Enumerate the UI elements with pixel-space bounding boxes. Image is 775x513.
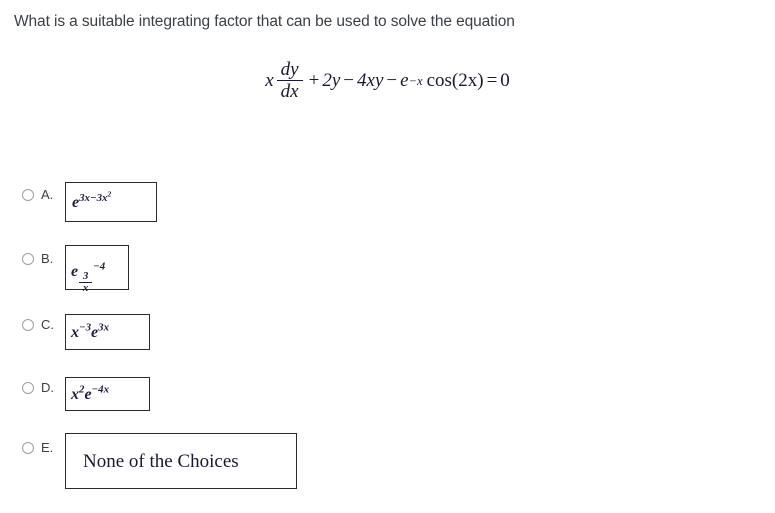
- equation-display: x dy dx + 2y − 4xy − e −x cos(2x) = 0: [0, 60, 775, 102]
- answer-option-d-control[interactable]: D.: [22, 381, 54, 394]
- option-b-frac-numerator: 3: [82, 270, 89, 283]
- radio-button-b[interactable]: [22, 252, 34, 265]
- term-4xy: 4xy: [357, 69, 384, 91]
- answer-option-d-letter: D.: [41, 380, 54, 395]
- term-2y: 2y: [322, 69, 341, 91]
- answer-option-c-box[interactable]: x−3e3x: [65, 314, 150, 350]
- operator-minus-2: −: [386, 69, 398, 91]
- radio-button-c[interactable]: [22, 318, 34, 331]
- option-a-exponent-sup: 2: [107, 189, 112, 199]
- answer-option-c-value: x−3e3x: [71, 321, 110, 342]
- question-stem: What is a suitable integrating factor th…: [14, 13, 515, 30]
- answer-option-b-letter: B.: [41, 251, 54, 266]
- exponential-base: e: [400, 69, 409, 91]
- option-c-x-base: x: [71, 324, 79, 341]
- operator-minus-1: −: [343, 69, 355, 91]
- answer-option-d-box[interactable]: x2e−4x: [65, 377, 150, 411]
- answer-option-a-box[interactable]: e3x−3x2: [65, 182, 157, 222]
- equation-row: x dy dx + 2y − 4xy − e −x cos(2x) = 0: [265, 59, 510, 103]
- option-a-exponent-main: 3x−3x: [79, 191, 108, 204]
- option-b-exponent-tail: −4: [93, 260, 106, 273]
- radio-button-a[interactable]: [22, 188, 34, 201]
- option-c-e-exponent: 3x: [98, 321, 110, 334]
- answer-option-c-letter: C.: [41, 317, 54, 332]
- answer-option-b-control[interactable]: B.: [22, 252, 53, 265]
- answer-option-b-value: e 3 x −4: [71, 260, 106, 295]
- derivative-numerator: dy: [280, 59, 299, 80]
- option-d-e-exponent: −4x: [91, 383, 110, 396]
- equation-lead-variable: x: [265, 69, 274, 91]
- radio-button-e[interactable]: [22, 441, 34, 454]
- derivative-fraction: dy dx: [276, 59, 303, 103]
- answer-option-e-control[interactable]: E.: [22, 441, 53, 454]
- answer-option-e-value: None of the Choices: [83, 451, 239, 472]
- derivative-denominator: dx: [280, 81, 299, 103]
- radio-button-d[interactable]: [22, 381, 34, 394]
- answer-option-a-value: e3x−3x2: [72, 189, 112, 212]
- option-c-x-exponent: −3: [79, 321, 92, 334]
- equation-rhs: 0: [500, 69, 510, 91]
- answer-option-e-box[interactable]: None of the Choices: [65, 433, 297, 489]
- answer-option-b-box[interactable]: e 3 x −4: [65, 245, 129, 294]
- answer-option-a-letter: A.: [41, 187, 54, 202]
- operator-plus: +: [308, 69, 320, 91]
- option-b-exponent-fraction: 3x: [79, 270, 93, 295]
- answer-option-c-control[interactable]: C.: [22, 318, 54, 331]
- operator-equals: =: [486, 69, 498, 91]
- option-a-exponent: 3x−3x2: [79, 189, 112, 204]
- cosine-term: cos(2x): [426, 69, 484, 91]
- answer-option-e-letter: E.: [41, 440, 54, 455]
- answer-option-a-control[interactable]: A.: [22, 188, 53, 201]
- option-d-e-base: e: [84, 386, 92, 403]
- option-b-frac-denominator: x: [82, 282, 89, 295]
- option-d-x-base: x: [71, 386, 79, 403]
- option-b-base: e: [71, 263, 79, 280]
- answer-option-d-value: x2e−4x: [71, 383, 110, 404]
